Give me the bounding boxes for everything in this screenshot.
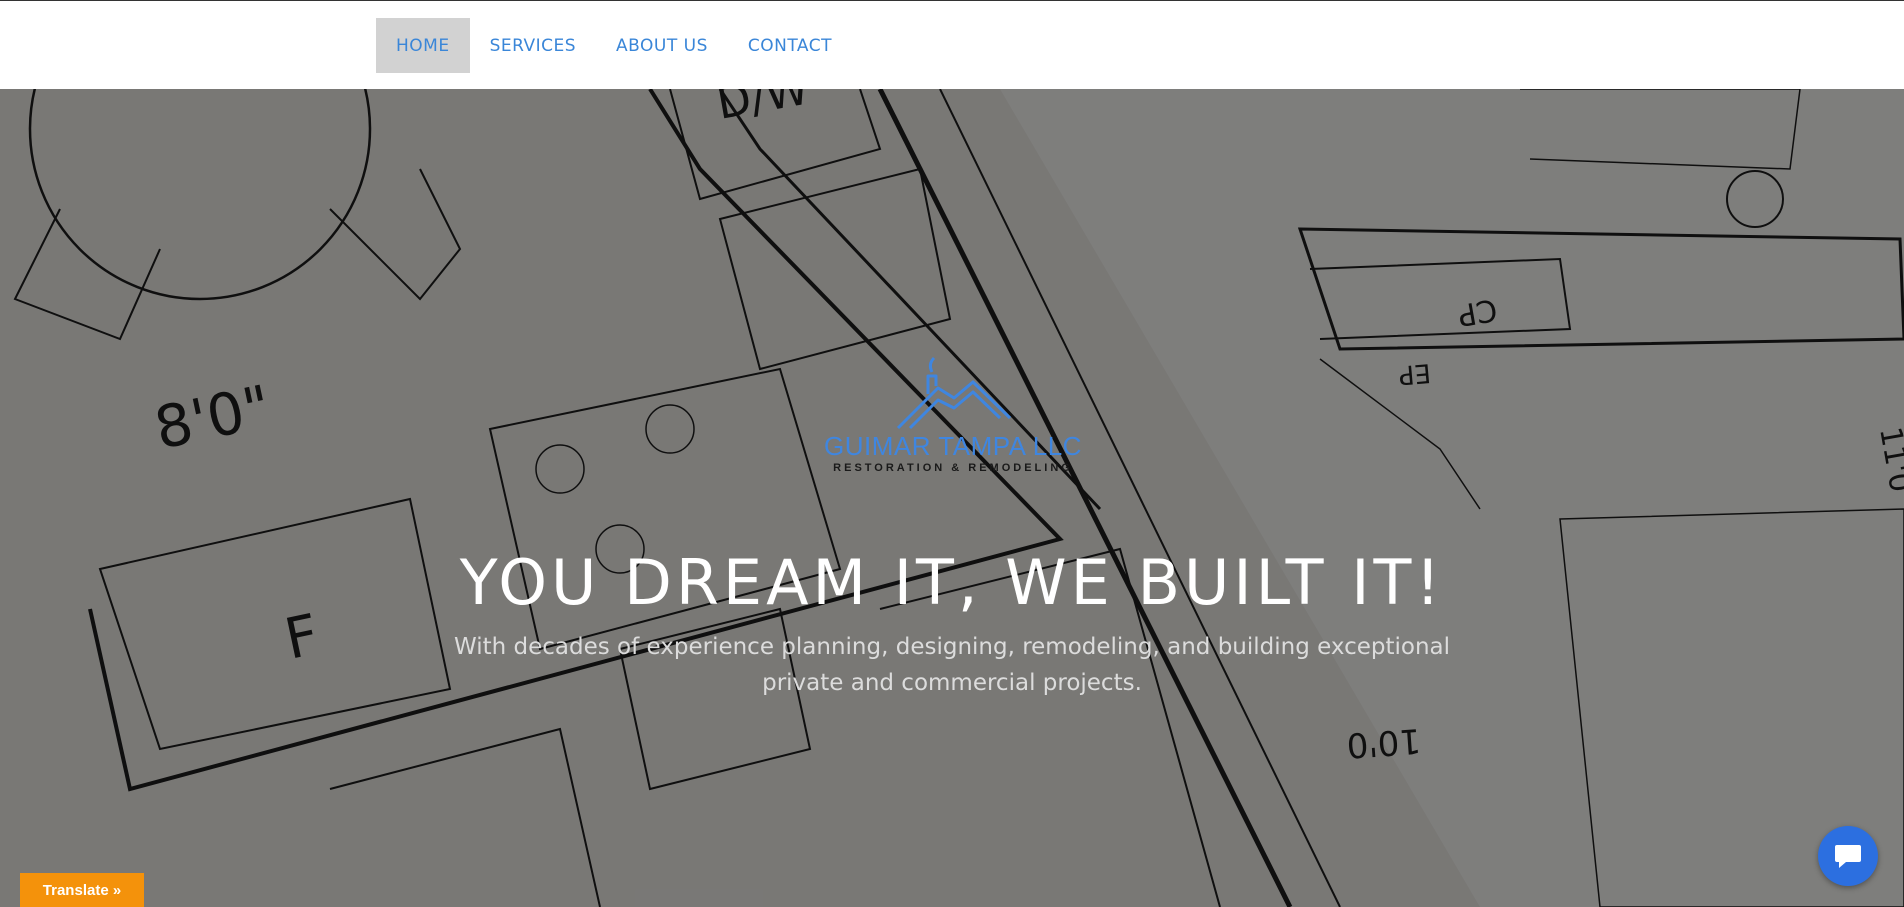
chat-button[interactable] — [1818, 826, 1878, 886]
nav-about-us[interactable]: ABOUT US — [596, 18, 728, 73]
nav-home[interactable]: HOME — [376, 18, 470, 73]
brand-name: GUIMAR TAMPA LLC — [824, 431, 1082, 461]
nav-contact[interactable]: CONTACT — [728, 18, 852, 73]
hero-headline: YOU DREAM IT, WE BUILT IT! — [459, 546, 1445, 619]
top-navigation: HOME SERVICES ABOUT US CONTACT — [0, 0, 1904, 89]
page: HOME SERVICES ABOUT US CONTACT 8'0" F D/… — [0, 0, 1904, 907]
main-menu: HOME SERVICES ABOUT US CONTACT — [376, 18, 852, 73]
chat-bubble-icon — [1835, 845, 1861, 868]
nav-services[interactable]: SERVICES — [470, 18, 596, 73]
brand-logo[interactable]: GUIMAR TAMPA LLC RESTORATION & REMODELIN… — [818, 354, 1088, 494]
hero-dark-overlay — [0, 89, 1904, 907]
hero-subtext: With decades of experience planning, des… — [453, 634, 1451, 696]
translate-button[interactable]: Translate » — [20, 873, 144, 907]
house-roof-logo-icon — [896, 356, 1012, 430]
brand-tagline: RESTORATION & REMODELING — [833, 462, 1073, 474]
hero-section: 8'0" F D/W CP EP 11'0" 10'0 GUIMAR TAMPA… — [0, 89, 1904, 907]
